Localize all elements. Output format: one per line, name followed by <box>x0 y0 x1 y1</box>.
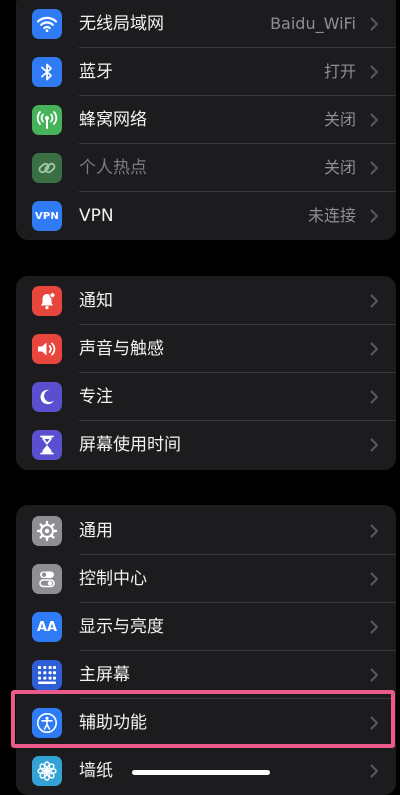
settings-row-home-screen[interactable]: 主屏幕 <box>16 651 396 699</box>
chevron-right-icon <box>370 620 378 634</box>
settings-group-notifications: 通知 声音与触感 专注 屏幕使用时间 <box>16 276 396 470</box>
chevron-right-icon <box>370 17 378 31</box>
chevron-right-icon <box>370 764 378 778</box>
settings-row-display[interactable]: AA 显示与亮度 <box>16 603 396 651</box>
gear-icon <box>32 516 62 546</box>
toggles-icon <box>32 564 62 594</box>
settings-row-hotspot[interactable]: 个人热点 关闭 <box>16 144 396 192</box>
settings-row-label: 声音与触感 <box>79 339 164 359</box>
settings-row-label: 通知 <box>79 291 113 311</box>
bell-icon <box>32 286 62 316</box>
chevron-right-icon <box>370 438 378 452</box>
bluetooth-icon <box>32 57 62 87</box>
accessibility-icon <box>32 708 62 738</box>
chevron-right-icon <box>370 390 378 404</box>
chevron-right-icon <box>370 342 378 356</box>
settings-row-label: 显示与亮度 <box>79 617 164 637</box>
chevron-right-icon <box>370 294 378 308</box>
settings-row-value: Baidu_WiFi <box>270 14 356 33</box>
wifi-icon <box>32 9 62 39</box>
settings-row-wifi[interactable]: 无线局域网 Baidu_WiFi <box>16 0 396 48</box>
text-size-icon-text: AA <box>36 619 58 635</box>
hourglass-icon <box>32 430 62 460</box>
settings-group-general: 通用 控制中心 AA 显示与亮度 主屏幕 辅助功能 墙纸 <box>16 505 396 795</box>
chevron-right-icon <box>370 572 378 586</box>
chevron-right-icon <box>370 716 378 730</box>
settings-row-sounds[interactable]: 声音与触感 <box>16 325 396 373</box>
settings-row-value: 未连接 <box>307 206 356 225</box>
settings-row-label: 墙纸 <box>79 761 113 781</box>
chevron-right-icon <box>370 209 378 223</box>
settings-row-screen-time[interactable]: 屏幕使用时间 <box>16 421 396 469</box>
vpn-icon-text: VPN <box>34 210 60 222</box>
settings-row-control-center[interactable]: 控制中心 <box>16 555 396 603</box>
settings-row-value: 关闭 <box>323 110 356 129</box>
link-icon <box>32 153 62 183</box>
settings-row-value: 打开 <box>323 62 356 81</box>
chevron-right-icon <box>370 524 378 538</box>
vpn-icon: VPN <box>32 201 62 231</box>
settings-row-label: 专注 <box>79 387 113 407</box>
settings-row-vpn[interactable]: VPN VPN 未连接 <box>16 192 396 240</box>
settings-row-cellular[interactable]: 蜂窝网络 关闭 <box>16 96 396 144</box>
settings-row-bluetooth[interactable]: 蓝牙 打开 <box>16 48 396 96</box>
text-size-icon: AA <box>32 612 62 642</box>
settings-row-label: 蜂窝网络 <box>79 110 147 130</box>
settings-row-label: 屏幕使用时间 <box>79 435 181 455</box>
settings-row-general[interactable]: 通用 <box>16 507 396 555</box>
settings-row-label: 辅助功能 <box>79 713 147 733</box>
moon-icon <box>32 382 62 412</box>
settings-group-network: 无线局域网 Baidu_WiFi 蓝牙 打开 蜂窝网络 关闭 个人热点 关闭 V… <box>16 0 396 240</box>
chevron-right-icon <box>370 161 378 175</box>
settings-row-label: 控制中心 <box>79 569 147 589</box>
settings-row-label: 通用 <box>79 521 113 541</box>
speaker-icon <box>32 334 62 364</box>
chevron-right-icon <box>370 113 378 127</box>
chevron-right-icon <box>370 668 378 682</box>
home-indicator[interactable] <box>132 770 270 775</box>
antenna-icon <box>32 105 62 135</box>
settings-row-value: 关闭 <box>323 158 356 177</box>
settings-row-label: 主屏幕 <box>79 665 130 685</box>
settings-row-label: VPN <box>79 206 114 226</box>
chevron-right-icon <box>370 65 378 79</box>
settings-row-label: 蓝牙 <box>79 62 113 82</box>
app-grid-icon <box>32 660 62 690</box>
settings-row-notifications[interactable]: 通知 <box>16 277 396 325</box>
settings-row-accessibility[interactable]: 辅助功能 <box>16 699 396 747</box>
settings-row-focus[interactable]: 专注 <box>16 373 396 421</box>
settings-row-label: 无线局域网 <box>79 14 164 34</box>
settings-row-label: 个人热点 <box>79 158 147 178</box>
